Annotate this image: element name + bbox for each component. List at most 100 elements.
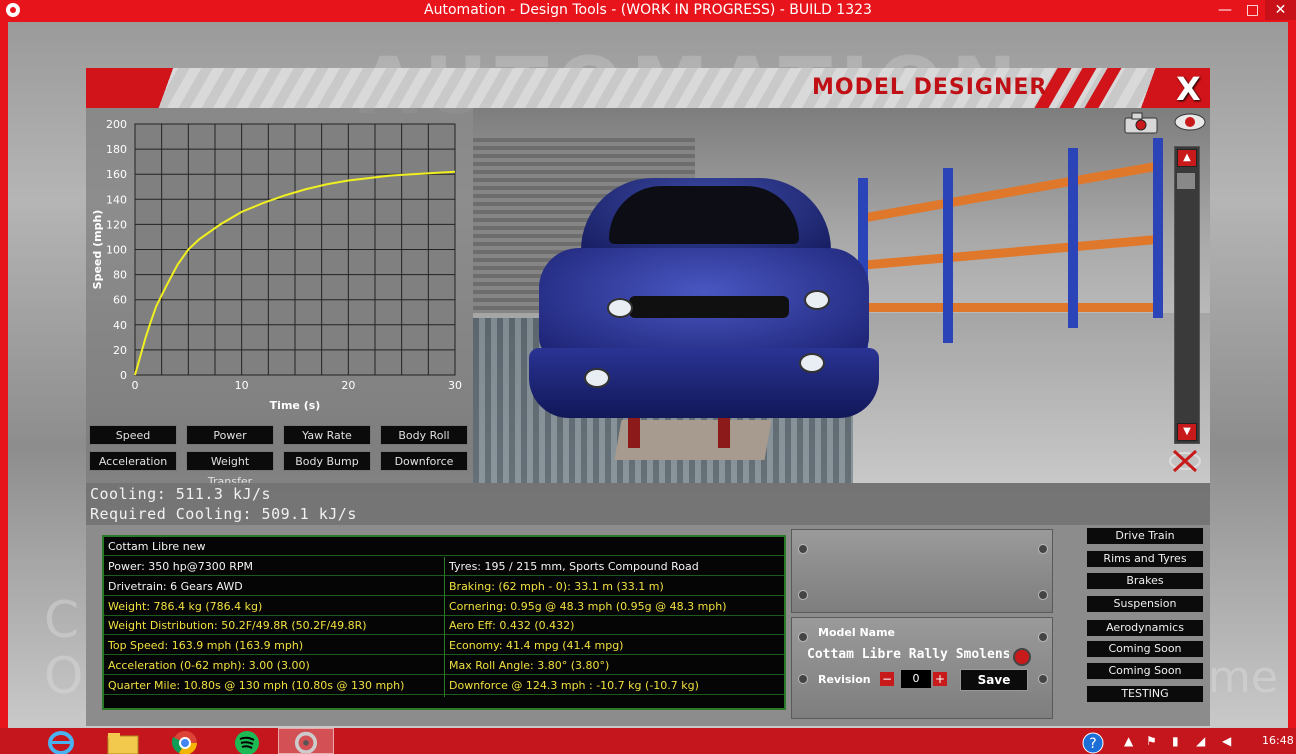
stat-left-row: Weight Distribution: 50.2F/49.8R (50.2F/… — [104, 616, 444, 636]
maximize-button[interactable]: □ — [1240, 0, 1265, 20]
required-cooling-value: Required Cooling: 509.1 kJ/s — [90, 505, 357, 523]
x-tick-label: 20 — [341, 379, 355, 392]
bolt — [1038, 674, 1048, 684]
hide-view-icon[interactable] — [1168, 448, 1202, 474]
bottom-panel: Cottam Libre new Power: 350 hp@7300 RPM D… — [86, 525, 1210, 726]
tray-chevron-icon[interactable]: ▲ — [1124, 734, 1133, 748]
internet-explorer-icon[interactable] — [30, 728, 92, 754]
shelf-post — [1153, 138, 1163, 318]
chart-button-downforce[interactable]: Downforce — [380, 451, 468, 471]
chart-button-speed[interactable]: Speed — [89, 425, 177, 445]
nav-button-suspension[interactable]: Suspension — [1086, 595, 1204, 613]
car-grille — [629, 296, 789, 318]
chart-button-acceleration[interactable]: Acceleration — [89, 451, 177, 471]
x-axis-label: Time (s) — [270, 399, 321, 412]
x-tick-label: 0 — [132, 379, 139, 392]
brand-logo-icon[interactable] — [1013, 648, 1031, 666]
y-tick-label: 60 — [113, 294, 127, 307]
network-icon[interactable]: ◢ — [1196, 734, 1205, 748]
battery-icon[interactable]: ▮ — [1172, 734, 1179, 748]
stat-left-row: Quarter Mile: 10.80s @ 130 mph (10.80s @… — [104, 676, 444, 695]
y-tick-label: 120 — [106, 218, 127, 231]
stat-left-row: Weight: 786.4 kg (786.4 kg) — [104, 597, 444, 616]
x-tick-label: 30 — [448, 379, 462, 392]
chart-button-weight-transfer[interactable]: Weight Transfer — [186, 451, 274, 488]
taskbar-clock[interactable]: 16:48 — [1262, 734, 1294, 747]
automation-app-icon[interactable] — [278, 728, 334, 754]
stat-right-row: Braking: (62 mph - 0): 33.1 m (33.1 m) — [445, 577, 784, 596]
shelf-beam — [858, 234, 1158, 271]
y-tick-label: 0 — [120, 369, 127, 382]
nav-button-drive-train[interactable]: Drive Train — [1086, 527, 1204, 545]
model-name-label: Model Name — [818, 626, 895, 639]
stats-table: Cottam Libre new Power: 350 hp@7300 RPM D… — [102, 535, 786, 710]
panel-title: MODEL DESIGNER — [812, 75, 1048, 100]
stat-left-row: Power: 350 hp@7300 RPM — [104, 557, 444, 576]
stat-left-row: Top Speed: 163.9 mph (163.9 mph) — [104, 636, 444, 656]
background-text-right: me — [1208, 652, 1278, 703]
stat-right-row: Max Roll Angle: 3.80° (3.80°) — [445, 656, 784, 675]
stat-model-name: Cottam Libre new — [104, 537, 784, 556]
chart-button-body-roll[interactable]: Body Roll — [380, 425, 468, 445]
scroll-down-icon[interactable]: ▼ — [1177, 423, 1197, 441]
y-tick-label: 200 — [106, 118, 127, 131]
flag-icon[interactable]: ⚑ — [1146, 734, 1157, 748]
y-tick-label: 20 — [113, 344, 127, 357]
y-tick-label: 100 — [106, 244, 127, 257]
nav-button-rims-and-tyres[interactable]: Rims and Tyres — [1086, 550, 1204, 568]
zoom-scrollbar[interactable]: ▲ ▼ — [1174, 146, 1200, 444]
y-tick-label: 180 — [106, 143, 127, 156]
nav-button-brakes[interactable]: Brakes — [1086, 572, 1204, 590]
chart-button-power[interactable]: Power — [186, 425, 274, 445]
spotify-icon[interactable] — [216, 728, 278, 754]
background-text-left: C O — [44, 592, 83, 704]
windows-taskbar: ? ▲ ⚑ ▮ ◢ ◀ 16:48 — [0, 728, 1296, 754]
scroll-up-icon[interactable]: ▲ — [1177, 149, 1197, 167]
stat-left-row: Drivetrain: 6 Gears AWD — [104, 577, 444, 596]
bolt — [1038, 590, 1048, 600]
chrome-icon[interactable] — [154, 728, 216, 754]
close-panel-button[interactable]: X — [1176, 70, 1201, 108]
file-explorer-icon[interactable] — [92, 728, 154, 754]
minimize-button[interactable]: — — [1210, 0, 1240, 20]
volume-icon[interactable]: ◀ — [1222, 734, 1231, 748]
background-letter-c: C — [44, 591, 79, 649]
save-button[interactable]: Save — [960, 669, 1028, 691]
revision-label: Revision — [818, 673, 871, 686]
model-name-field[interactable]: Cottam Libre Rally Smolensk — [807, 647, 1009, 667]
stat-right-row: Cornering: 0.95g @ 48.3 mph (0.95g @ 48.… — [445, 597, 784, 616]
scroll-thumb[interactable] — [1177, 173, 1195, 189]
shelf-post — [1068, 148, 1078, 328]
panel-header: MODEL DESIGNER X — [86, 68, 1210, 108]
shelf-beam — [859, 162, 1157, 223]
y-tick-label: 40 — [113, 319, 127, 332]
bolt — [798, 590, 808, 600]
window-frame-left — [0, 22, 8, 728]
help-icon[interactable]: ? — [1078, 732, 1108, 754]
chart-button-body-bump[interactable]: Body Bump — [283, 451, 371, 471]
revision-increment-button[interactable]: + — [933, 672, 947, 686]
svg-text:?: ? — [1089, 736, 1096, 752]
y-tick-label: 140 — [106, 193, 127, 206]
chart-button-yaw-rate[interactable]: Yaw Rate — [283, 425, 371, 445]
nav-button-testing[interactable]: TESTING — [1086, 685, 1204, 703]
close-window-button[interactable]: ✕ — [1265, 0, 1296, 20]
nav-button-coming-soon[interactable]: Coming Soon — [1086, 662, 1204, 680]
revision-decrement-button[interactable]: − — [880, 672, 894, 686]
nav-button-aerodynamics[interactable]: Aerodynamics — [1086, 619, 1204, 637]
background-letter-o: O — [44, 647, 84, 705]
camera-icon[interactable] — [1124, 112, 1158, 134]
bolt — [1038, 632, 1048, 642]
stat-right-row: Economy: 41.4 mpg (41.4 mpg) — [445, 636, 784, 656]
y-axis-label: Speed (mph) — [91, 210, 104, 290]
car-headlight — [804, 290, 830, 310]
window-titlebar: Automation - Design Tools - (WORK IN PRO… — [0, 0, 1296, 22]
y-tick-label: 80 — [113, 269, 127, 282]
eye-icon[interactable] — [1173, 112, 1207, 132]
car-foglight — [584, 368, 610, 388]
nav-button-coming-soon[interactable]: Coming Soon — [1086, 640, 1204, 658]
car-viewport[interactable] — [473, 108, 1210, 483]
shelf-beam — [858, 303, 1158, 312]
car-model[interactable] — [529, 178, 879, 418]
car-headlight — [607, 298, 633, 318]
